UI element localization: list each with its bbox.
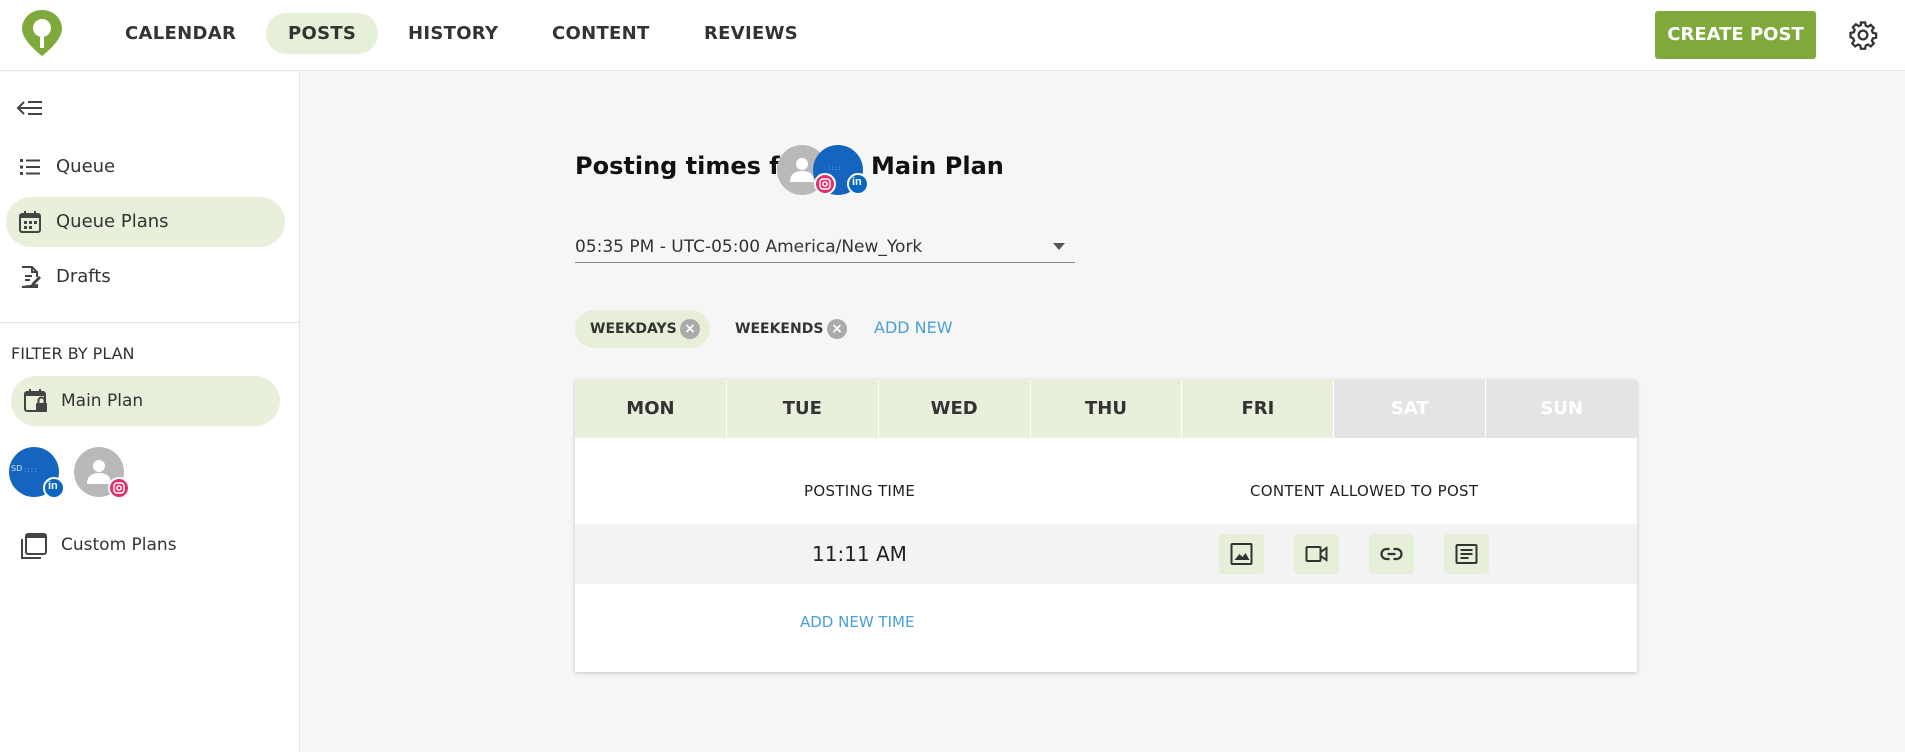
content-allowed-header: CONTENT ALLOWED TO POST: [1250, 482, 1479, 500]
sidebar-item-drafts[interactable]: Drafts: [6, 252, 285, 302]
content-type-video-toggle[interactable]: [1294, 534, 1339, 574]
day-mon[interactable]: MON: [575, 380, 727, 438]
avatar-dots: ::::: [828, 164, 842, 172]
gear-icon[interactable]: [1848, 20, 1878, 50]
plan-name-title: Main Plan: [871, 152, 1004, 180]
document-edit-icon: [21, 266, 41, 288]
sidebar-item-queue[interactable]: Queue: [6, 142, 285, 192]
instagram-icon: [814, 173, 836, 195]
day-tue[interactable]: TUE: [726, 380, 879, 438]
timezone-select[interactable]: 05:35 PM - UTC-05:00 America/New_York: [575, 233, 1075, 263]
day-selector: MON TUE WED THU FRI SAT SUN: [575, 380, 1638, 438]
sidebar-item-label: Queue Plans: [56, 211, 169, 232]
image-icon: [1230, 543, 1253, 565]
avatar-initials: SD: [11, 464, 23, 473]
collapse-sidebar-icon[interactable]: [16, 98, 44, 118]
calendar-icon: [19, 211, 41, 233]
instagram-icon: [108, 477, 130, 499]
add-new-time-link[interactable]: ADD NEW TIME: [800, 613, 914, 631]
content-type-image-toggle[interactable]: [1219, 534, 1264, 574]
nav-reviews[interactable]: REVIEWS: [682, 13, 820, 54]
filter-by-plan-title: FILTER BY PLAN: [11, 344, 135, 363]
nav-calendar[interactable]: CALENDAR: [103, 13, 258, 54]
day-sat[interactable]: SAT: [1334, 380, 1487, 438]
day-thu[interactable]: THU: [1030, 380, 1183, 438]
linkedin-icon: in: [43, 477, 65, 499]
nav-content[interactable]: CONTENT: [530, 13, 672, 54]
day-wed[interactable]: WED: [878, 380, 1031, 438]
custom-plans-label: Custom Plans: [61, 535, 177, 555]
chevron-down-icon: [1053, 243, 1065, 250]
avatar-linkedin-account[interactable]: SD :::: in: [9, 447, 65, 499]
plan-accounts-avatars: :::: in: [777, 143, 869, 199]
content-type-link-toggle[interactable]: [1369, 534, 1414, 574]
plan-filter-label: Main Plan: [61, 391, 144, 411]
posting-time-header: POSTING TIME: [804, 482, 916, 500]
close-icon[interactable]: ×: [827, 319, 847, 339]
day-fri[interactable]: FRI: [1182, 380, 1335, 438]
sidebar-item-queue-plans[interactable]: Queue Plans: [6, 197, 285, 247]
create-post-button[interactable]: CREATE POST: [1655, 11, 1816, 59]
nav-history[interactable]: HISTORY: [386, 13, 520, 54]
list-icon: [20, 159, 40, 175]
timezone-value: 05:35 PM - UTC-05:00 America/New_York: [575, 237, 923, 257]
linkedin-icon: in: [847, 173, 869, 195]
plan-filter-main-plan[interactable]: Main Plan: [11, 376, 280, 426]
sidebar-item-label: Queue: [56, 156, 116, 177]
calendar-lock-icon: [24, 389, 47, 412]
text-icon: [1455, 544, 1478, 564]
brand-logo-icon[interactable]: [20, 8, 64, 58]
video-icon: [1305, 546, 1328, 562]
top-bar: CALENDAR POSTS HISTORY CONTENT REVIEWS C…: [0, 0, 1905, 71]
link-icon: [1380, 547, 1403, 561]
sidebar-item-label: Drafts: [56, 266, 111, 287]
day-sun[interactable]: SUN: [1486, 380, 1638, 438]
time-row: 11:11 AM: [575, 524, 1637, 584]
posting-schedule-card: MON TUE WED THU FRI SAT SUN POSTING TIME…: [575, 380, 1638, 672]
close-icon[interactable]: ×: [680, 319, 700, 339]
nav-posts[interactable]: POSTS: [266, 13, 379, 54]
sidebar: Queue Queue Plans Drafts FILTER BY PLAN: [0, 72, 300, 752]
chip-weekends[interactable]: WEEKENDS ×: [720, 310, 850, 348]
stacked-calendar-icon: [21, 533, 47, 559]
add-new-schedule-link[interactable]: ADD NEW: [874, 318, 953, 337]
posting-time-value[interactable]: 11:11 AM: [812, 524, 907, 584]
chip-label: WEEKDAYS: [590, 321, 677, 337]
chip-label: WEEKENDS: [735, 321, 824, 337]
sidebar-divider: [0, 322, 300, 323]
avatar-instagram-account[interactable]: [74, 447, 130, 499]
avatar-dots: ::::: [24, 466, 38, 474]
chip-weekdays[interactable]: WEEKDAYS ×: [575, 310, 710, 348]
content-type-text-toggle[interactable]: [1444, 534, 1489, 574]
